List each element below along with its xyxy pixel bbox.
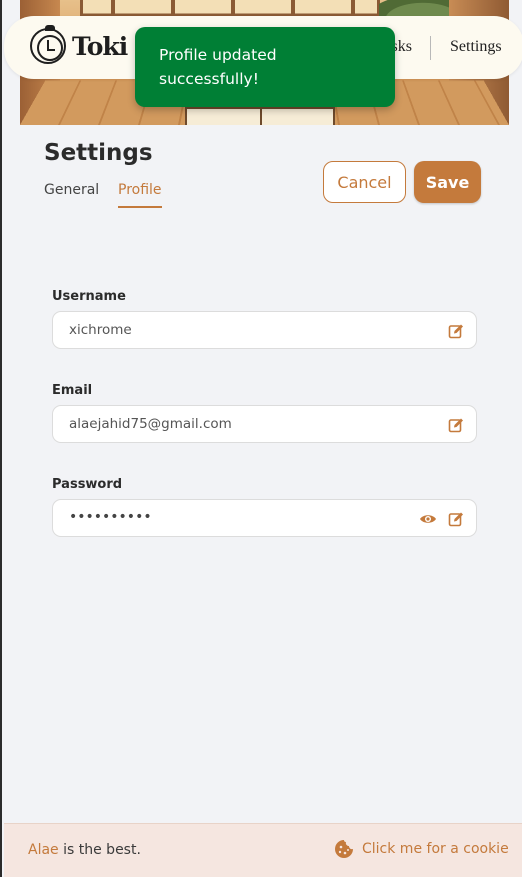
brand-name: Toki: [72, 31, 128, 61]
cookie-button[interactable]: Click me for a cookie: [334, 839, 509, 859]
page-title: Settings: [44, 140, 153, 166]
toast-message: Profile updated successfully!: [159, 46, 277, 88]
success-toast[interactable]: Profile updated successfully!: [135, 27, 395, 107]
username-field[interactable]: xichrome: [52, 311, 477, 349]
stopwatch-icon: [30, 25, 66, 64]
nav-divider: [430, 36, 431, 60]
cookie-icon: [335, 840, 353, 858]
edit-icon[interactable]: [448, 511, 464, 527]
edit-icon[interactable]: [448, 323, 464, 339]
password-value: ••••••••••: [69, 509, 152, 525]
email-label: Email: [52, 383, 93, 398]
password-field[interactable]: ••••••••••: [52, 499, 477, 537]
tab-general[interactable]: General: [44, 182, 99, 198]
settings-page: Toki Tasks Settings Profile updated succ…: [0, 0, 522, 877]
edit-icon[interactable]: [448, 417, 464, 433]
tab-profile[interactable]: Profile: [118, 182, 162, 208]
email-field[interactable]: alaejahid75@gmail.com: [52, 405, 477, 443]
eye-icon[interactable]: [419, 511, 437, 527]
footer-tagline: Alae is the best.: [28, 842, 141, 858]
username-value: xichrome: [69, 322, 132, 338]
save-button[interactable]: Save: [414, 161, 481, 203]
password-label: Password: [52, 477, 123, 492]
footer: Alae is the best. Click me for a cookie: [4, 823, 522, 877]
nav-link-tasks[interactable]: Tasks: [394, 38, 412, 56]
cancel-button[interactable]: Cancel: [323, 161, 406, 203]
tagline-text: is the best.: [58, 842, 141, 858]
author-name[interactable]: Alae: [28, 842, 59, 858]
username-label: Username: [52, 289, 126, 304]
brand-logo[interactable]: Toki: [30, 25, 128, 64]
nav-link-settings[interactable]: Settings: [450, 38, 502, 56]
cookie-label: Click me for a cookie: [362, 841, 509, 857]
email-value: alaejahid75@gmail.com: [69, 416, 232, 432]
